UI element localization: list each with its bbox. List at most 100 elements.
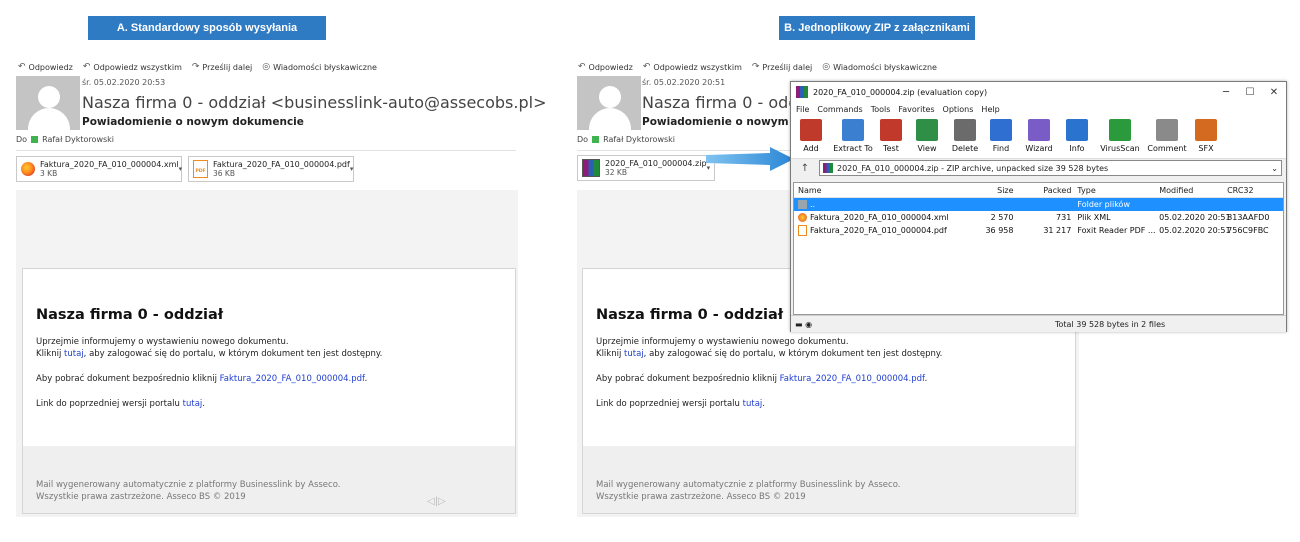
file-row[interactable]: Faktura_2020_FA_010_000004.xml 2 570 731 Pl… xyxy=(794,211,1283,224)
info-button[interactable]: Info xyxy=(1059,119,1095,153)
test-button[interactable]: Test xyxy=(875,119,907,153)
forward-button[interactable]: ↷ Prześlij dalej xyxy=(752,62,812,72)
extract-to-button[interactable]: Extract To xyxy=(831,119,875,153)
menu-tools[interactable]: Tools xyxy=(871,105,891,114)
find-button[interactable]: Find xyxy=(983,119,1019,153)
add-button[interactable]: Add xyxy=(791,119,831,153)
recipient-name[interactable]: Rafał Dyktorowski xyxy=(42,135,114,144)
comment-icon xyxy=(1156,119,1178,141)
up-arrow-icon[interactable]: ↑ xyxy=(791,163,819,174)
archive-path-field[interactable]: 2020_FA_010_000004.zip - ZIP archive, un… xyxy=(819,160,1282,176)
chevron-down-icon[interactable]: ▾ xyxy=(179,165,183,173)
chevron-down-icon[interactable]: ▾ xyxy=(350,165,354,173)
winrar-archive-icon xyxy=(582,159,600,177)
to-label: Do xyxy=(577,135,589,144)
menu-help[interactable]: Help xyxy=(981,105,999,114)
sfx-icon xyxy=(1195,119,1217,141)
delete-button[interactable]: Delete xyxy=(947,119,983,153)
to-label: Do xyxy=(16,135,28,144)
presence-icon xyxy=(31,136,39,143)
cell-crc: 756C9FBC xyxy=(1227,226,1269,235)
mail-line-2: Kliknij tutaj, aby zalogować się do port… xyxy=(596,349,943,359)
wizard-wand-icon xyxy=(1028,119,1050,141)
winrar-window: 2020_FA_010_000004.zip (evaluation copy)… xyxy=(790,81,1287,332)
attachment-zip[interactable]: 2020_FA_010_000004.zip 32 KB ▾ xyxy=(577,155,715,181)
cell-modified: 05.02.2020 20:51 xyxy=(1159,226,1231,235)
column-packed[interactable]: Packed xyxy=(1014,186,1071,195)
test-icon xyxy=(880,119,902,141)
banner-a: A. Standardowy sposób wysyłania załączni… xyxy=(88,16,326,58)
resize-handle-icon[interactable]: ◁|▷ xyxy=(427,496,446,507)
close-icon[interactable]: ✕ xyxy=(1262,87,1286,98)
reply-all-button[interactable]: ↶ Odpowiedz wszystkim xyxy=(643,62,742,72)
virusscan-button[interactable]: VirusScan xyxy=(1095,119,1145,153)
file-list-header: Name Size Packed Type Modified CRC32 xyxy=(794,183,1283,198)
instant-message-button[interactable]: ◎ Wiadomości błyskawiczne xyxy=(262,62,377,72)
firefox-icon xyxy=(21,162,35,176)
avatar xyxy=(16,76,80,130)
document-link[interactable]: Faktura_2020_FA_010_000004.pdf xyxy=(780,374,925,384)
instant-message-button[interactable]: ◎ Wiadomości błyskawiczne xyxy=(822,62,937,72)
drive-icon: ▬ ◉ xyxy=(795,319,813,329)
comment-button[interactable]: Comment xyxy=(1145,119,1189,153)
attachment-xml[interactable]: Faktura_2020_FA_010_000004.xml 3 KB ▾ xyxy=(16,156,182,182)
sender: Nasza firma 0 - oddział <businesslink-au… xyxy=(82,93,547,112)
cell-type: Foxit Reader PDF ... xyxy=(1077,226,1156,235)
column-size[interactable]: Size xyxy=(964,186,1013,195)
virusscan-icon xyxy=(1109,119,1131,141)
reply-icon: ↶ xyxy=(578,62,586,72)
view-button[interactable]: View xyxy=(907,119,947,153)
old-portal-link[interactable]: tutaj xyxy=(743,399,763,409)
mail-footer: Mail wygenerowany automatycznie z platfo… xyxy=(583,446,1075,513)
menu-file[interactable]: File xyxy=(796,105,809,114)
document-link[interactable]: Faktura_2020_FA_010_000004.pdf xyxy=(220,374,365,384)
menu-options[interactable]: Options xyxy=(943,105,974,114)
banner-b: B. Jednoplikowy ZIP z załącznikami xyxy=(779,16,975,40)
column-type[interactable]: Type xyxy=(1071,186,1155,195)
column-name[interactable]: Name xyxy=(794,186,964,195)
file-row[interactable]: Faktura_2020_FA_010_000004.pdf 36 958 31 2… xyxy=(794,224,1283,237)
reply-button[interactable]: ↶ Odpowiedz xyxy=(18,62,73,72)
cell-packed: 731 xyxy=(1056,213,1072,222)
wizard-button[interactable]: Wizard xyxy=(1019,119,1059,153)
mail-line-1: Uprzejmie informujemy o wystawieniu nowe… xyxy=(36,337,289,347)
avatar xyxy=(577,76,641,130)
file-row[interactable]: .. Folder plików xyxy=(794,198,1283,211)
portal-link[interactable]: tutaj xyxy=(624,349,644,359)
cell-name: Faktura_2020_FA_010_000004.pdf xyxy=(794,225,964,236)
maximize-icon[interactable]: ☐ xyxy=(1238,87,1262,98)
reply-all-button[interactable]: ↶ Odpowiedz wszystkim xyxy=(83,62,182,72)
status-bar: ▬ ◉ Total 39 528 bytes in 2 files xyxy=(791,315,1286,332)
chevron-down-icon[interactable]: ⌄ xyxy=(1271,164,1281,173)
forward-icon: ↷ xyxy=(751,62,760,72)
forward-icon: ↷ xyxy=(191,62,200,72)
instant-message-icon: ◎ xyxy=(262,62,271,72)
find-magnifier-icon xyxy=(990,119,1012,141)
archive-icon xyxy=(823,163,833,173)
mail-line-4: Link do poprzedniej wersji portalu tutaj… xyxy=(596,399,765,409)
mail-title: Nasza firma 0 - oddział xyxy=(36,307,224,323)
mail-line-2: Kliknij tutaj, aby zalogować się do port… xyxy=(36,349,383,359)
menu-commands[interactable]: Commands xyxy=(817,105,862,114)
cell-crc: 813AAFD0 xyxy=(1227,213,1270,222)
mail-line-3: Aby pobrać dokument bezpośrednio kliknij… xyxy=(596,374,928,384)
address-bar: ↑ 2020_FA_010_000004.zip - ZIP archive, … xyxy=(791,159,1286,177)
message-date: śr. 05.02.2020 20:53 xyxy=(82,78,166,87)
forward-button[interactable]: ↷ Prześlij dalej xyxy=(192,62,252,72)
message-date: śr. 05.02.2020 20:51 xyxy=(642,78,726,87)
winrar-titlebar[interactable]: 2020_FA_010_000004.zip (evaluation copy)… xyxy=(791,82,1286,102)
menu-favorites[interactable]: Favorites xyxy=(898,105,934,114)
instant-message-icon: ◎ xyxy=(822,62,831,72)
cell-modified: 05.02.2020 20:51 xyxy=(1159,213,1231,222)
reply-button[interactable]: ↶ Odpowiedz xyxy=(578,62,633,72)
portal-link[interactable]: tutaj xyxy=(64,349,84,359)
message-toolbar-a: ↶ Odpowiedz ↶ Odpowiedz wszystkim ↷ Prześli… xyxy=(18,62,377,72)
sfx-button[interactable]: SFX xyxy=(1189,119,1223,153)
recipient-name[interactable]: Rafał Dyktorowski xyxy=(603,135,675,144)
column-crc32[interactable]: CRC32 xyxy=(1223,186,1283,195)
minimize-icon[interactable]: ─ xyxy=(1214,87,1238,98)
column-modified[interactable]: Modified xyxy=(1155,186,1223,195)
attachment-pdf[interactable]: PDF Faktura_2020_FA_010_000004.pdf 36 KB … xyxy=(188,156,354,182)
mail-line-1: Uprzejmie informujemy o wystawieniu nowe… xyxy=(596,337,849,347)
old-portal-link[interactable]: tutaj xyxy=(183,399,203,409)
